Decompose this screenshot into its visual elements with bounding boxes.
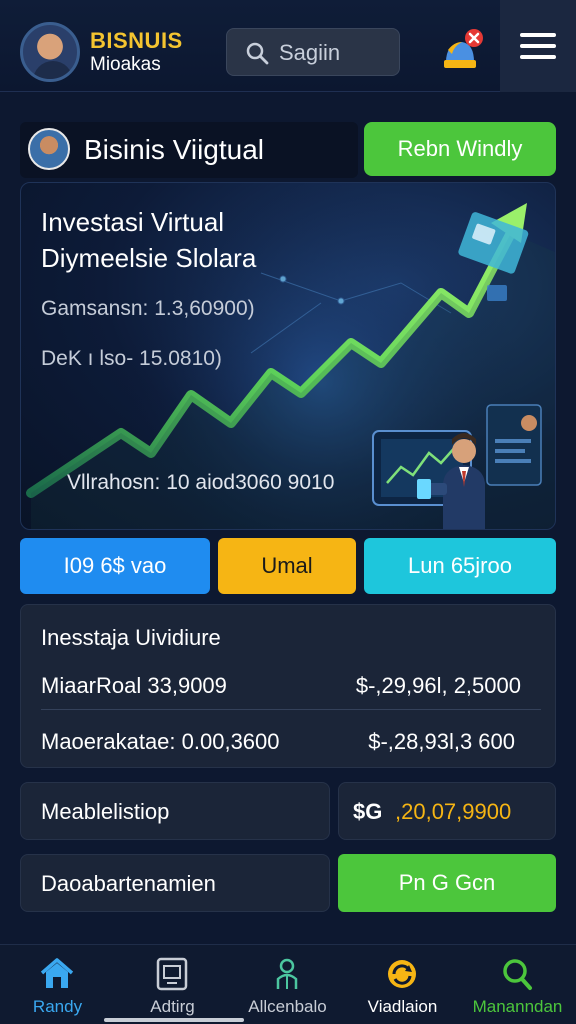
tab-home-label: Randy: [32, 997, 83, 1016]
tab-allocation-label: Allcenbalo: [248, 997, 327, 1016]
investment-row1-value: $-,29,96l, 2,5000: [355, 673, 521, 698]
hero-title-line2: Diymeelsie Slolara: [41, 243, 257, 273]
tab-validation-label: Viadlaion: [367, 997, 438, 1016]
action-button-cyan[interactable]: Lun 65jroo: [364, 538, 556, 594]
tab-validation[interactable]: Viadlaion: [345, 945, 460, 1024]
action-button-yellow[interactable]: Umal: [218, 538, 356, 594]
hero-stat-2: DeK ı lso- 15.0810): [41, 347, 222, 370]
investment-row1-label: MiaarRoal 33,9009: [41, 673, 227, 698]
investment-summary-card: Inesstaja Uividiure MiaarRoal 33,9009 $-…: [20, 604, 556, 768]
search-icon: [246, 42, 269, 65]
people-icon: [276, 958, 298, 989]
divider: [41, 709, 541, 710]
tab-manage-label: Mananndan: [472, 997, 563, 1016]
balance-label: Meablelistiop: [41, 799, 170, 824]
search-icon: [503, 959, 532, 990]
balance-label-card: Meablelistiop: [20, 782, 330, 840]
search-box[interactable]: [226, 28, 400, 76]
brand-title: BISNUIS: [90, 28, 183, 53]
bottom-action-button[interactable]: Pn G Gcn: [338, 854, 556, 912]
top-bar: BISNUIS Mioakas: [0, 0, 576, 92]
hero-stat-1: Gamsansn: 1.3,60900): [41, 297, 255, 320]
bottom-info-label: Daoabartenamien: [41, 871, 216, 896]
business-avatar: [28, 128, 70, 170]
action-button-blue[interactable]: I09 6$ vao: [20, 538, 210, 594]
investment-row2-value: $-,28,93l,3 600: [368, 729, 515, 754]
business-title: Bisinis Viigtual: [84, 134, 265, 165]
refresh-coin-icon: [388, 960, 416, 988]
brand-subtitle: Mioakas: [90, 54, 161, 75]
balance-currency: $G: [353, 799, 383, 824]
tab-manage[interactable]: Mananndan: [460, 945, 575, 1024]
home-indicator: [104, 1018, 244, 1022]
hero-stat-3: Vllrahosn: 10 aiod3060 9010: [67, 471, 335, 494]
business-header: Bisinis Viigtual: [20, 122, 358, 178]
search-input[interactable]: [279, 37, 393, 69]
tab-activity[interactable]: Adtirg: [115, 945, 230, 1024]
tab-activity-label: Adtirg: [150, 997, 195, 1016]
tab-home[interactable]: Randy: [0, 945, 115, 1024]
bottom-tab-bar: Randy Adtirg Allcenbalo Viadlaion Manann…: [0, 944, 576, 1024]
menu-button[interactable]: [500, 0, 576, 92]
balance-value-card: $G ,20,07,9900: [338, 782, 556, 840]
notification-bell-icon[interactable]: [440, 28, 484, 72]
business-action-button[interactable]: Rebn Windly: [364, 122, 556, 176]
hero-title-line1: Investasi Virtual: [41, 207, 225, 237]
tablet-icon: [156, 957, 188, 991]
tab-allocation[interactable]: Allcenbalo: [230, 945, 345, 1024]
profile-avatar[interactable]: [20, 22, 80, 82]
hamburger-menu-icon: [520, 33, 556, 59]
balance-value: ,20,07,9900: [395, 799, 512, 824]
investment-hero-card: Investasi Virtual Diymeelsie Slolara Gam…: [20, 182, 556, 530]
investment-row2-label: Maoerakatae: 0.00,3600: [41, 729, 280, 754]
investment-card-title: Inesstaja Uividiure: [41, 625, 221, 650]
bottom-info-card: Daoabartenamien: [20, 854, 330, 912]
home-icon: [40, 958, 74, 988]
